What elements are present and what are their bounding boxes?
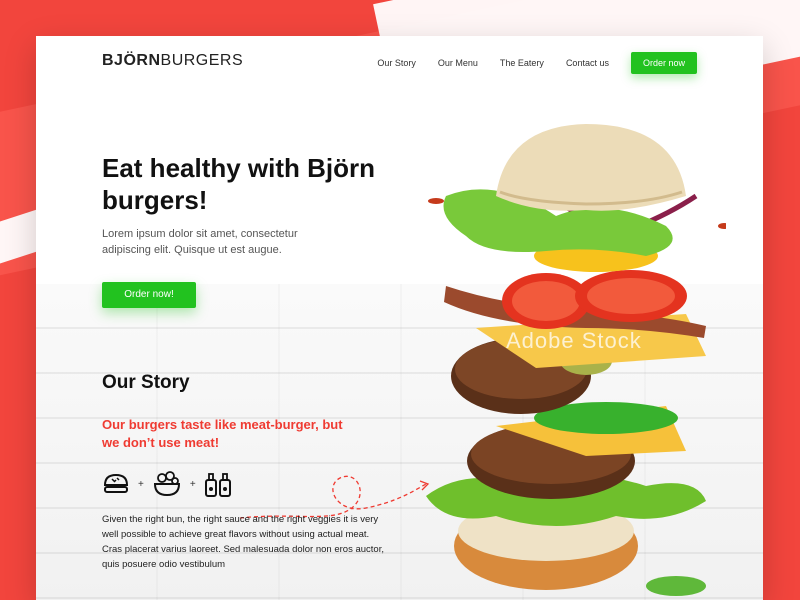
story-title: Our Story [102, 372, 190, 393]
story-body: Given the right bun, the right sauce and… [102, 514, 384, 570]
order-now-nav-button[interactable]: Order now [630, 52, 697, 74]
order-now-hero-button[interactable]: Order now! [102, 282, 196, 308]
nav-contact-us[interactable]: Contact us [566, 58, 609, 68]
nav-our-menu[interactable]: Our Menu [438, 58, 478, 68]
plus-icon: + [138, 478, 144, 490]
brand-strong: BJÖRN [102, 52, 161, 69]
stock-watermark: Adobe Stock [506, 328, 642, 353]
bun-icon [103, 473, 129, 493]
hero-subtitle: Lorem ipsum dolor sit amet, consectetur … [102, 228, 298, 256]
nav-our-story[interactable]: Our Story [377, 58, 416, 68]
plus-icon: + [189, 478, 196, 490]
sauce-bottles-icon [204, 473, 231, 497]
brand-light: BURGERS [160, 52, 244, 69]
salad-bowl-icon [153, 471, 180, 497]
nav-the-eatery[interactable]: The Eatery [500, 58, 544, 68]
landing-card: BJÖRNBURGERS Our Story Our Menu The Eate… [36, 36, 763, 600]
top-nav: Our Story Our Menu The Eatery Contact us… [377, 52, 697, 74]
ingredient-icons: + + [102, 470, 232, 498]
hero-title: Eat healthy with Björn burgers! [102, 153, 376, 215]
brand-logo[interactable]: BJÖRNBURGERS [102, 52, 243, 70]
